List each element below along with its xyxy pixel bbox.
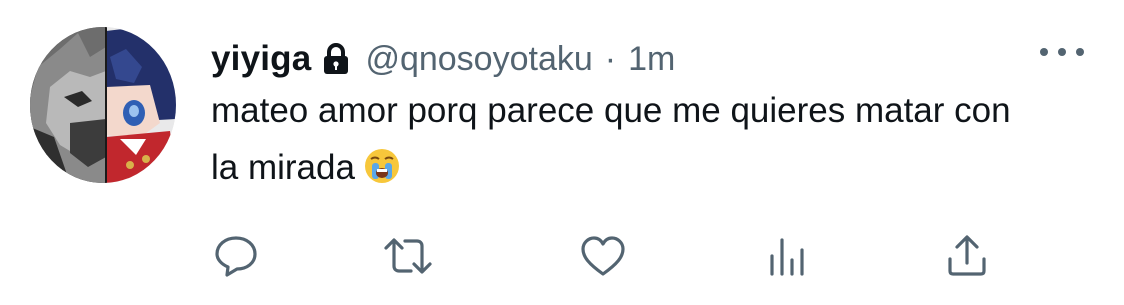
user-handle[interactable]: @qnosoyotaku [365, 40, 592, 79]
reply-button[interactable] [211, 234, 261, 282]
tweet: yiyiga @qnosoyotaku · 1m mateo amor porq… [0, 0, 1124, 305]
separator-dot: · [604, 39, 617, 78]
analytics-button[interactable] [762, 234, 812, 282]
tweet-actions [0, 234, 1124, 282]
retweet-button[interactable] [383, 234, 433, 282]
loudly-crying-face-icon [363, 145, 401, 183]
retweet-icon [381, 234, 435, 283]
share-button[interactable] [942, 234, 992, 282]
timestamp[interactable]: 1m [628, 40, 675, 79]
like-icon [579, 234, 627, 283]
like-button[interactable] [578, 234, 628, 282]
share-icon [945, 233, 989, 284]
avatar[interactable] [30, 27, 176, 183]
tweet-text: mateo amor porq parece que me quieres ma… [211, 82, 1031, 196]
more-options-icon[interactable] [1040, 40, 1084, 64]
analytics-icon [765, 234, 809, 283]
tweet-header: yiyiga @qnosoyotaku · 1m [211, 36, 675, 82]
tweet-text-content: mateo amor porq parece que me quieres ma… [211, 91, 1011, 187]
lock-icon [321, 43, 351, 75]
display-name[interactable]: yiyiga [211, 39, 311, 79]
reply-icon [213, 234, 259, 283]
